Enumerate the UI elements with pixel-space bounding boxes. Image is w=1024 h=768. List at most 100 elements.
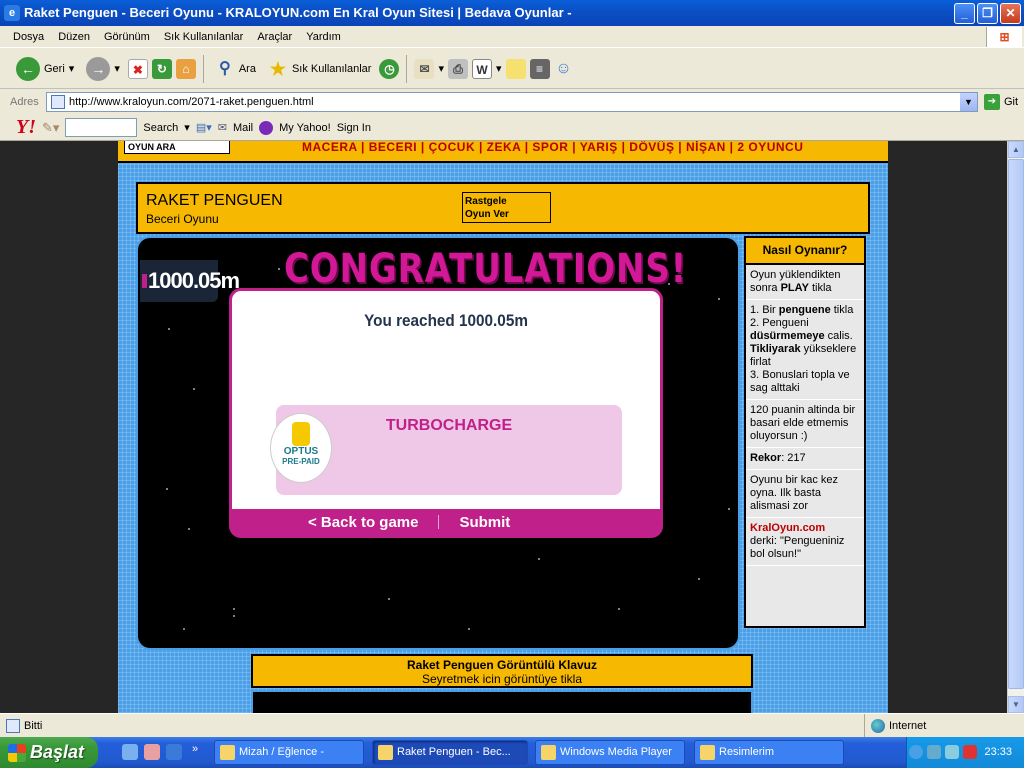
reached-text: You reached 1000.05m <box>364 311 528 330</box>
record-block: Rekor: 217 <box>746 448 864 470</box>
yahoo-search-button[interactable]: Search <box>143 122 178 134</box>
yahoo-options-icon[interactable]: ▤▾ <box>196 121 212 134</box>
quicklaunch-media-icon[interactable] <box>122 744 138 760</box>
submit-button[interactable]: Submit <box>459 514 510 531</box>
instr-text: 1. Bir <box>750 304 779 316</box>
star <box>718 298 720 300</box>
chevron-down-icon[interactable]: ▼ <box>960 93 977 111</box>
research-icon[interactable]: ≡ <box>529 58 550 79</box>
category-links[interactable]: MACERA | BECERI | ÇOCUK | ZEKA | SPOR | … <box>302 141 803 154</box>
chevron-right-icon[interactable]: » <box>192 743 198 755</box>
print-icon[interactable]: ⎙ <box>448 58 468 79</box>
edit-word-icon[interactable]: W <box>472 58 492 79</box>
optus-label: OPTUS <box>283 446 319 457</box>
page-viewport: OYUN ARA MACERA | BECERI | ÇOCUK | ZEKA … <box>0 141 1007 713</box>
yahoo-logo-icon[interactable]: Y! <box>16 116 36 139</box>
security-shield-icon[interactable] <box>963 745 977 759</box>
quicklaunch-ie-icon[interactable] <box>166 744 182 760</box>
star <box>193 388 195 390</box>
chevron-down-icon[interactable]: ▾ <box>496 62 502 75</box>
sign-in-link[interactable]: Sign In <box>337 122 371 134</box>
instr-bold: PLAY <box>780 282 809 294</box>
back-button[interactable]: ← Geri ▾ <box>12 52 78 86</box>
clock[interactable]: 23:33 <box>984 737 1012 768</box>
chevron-down-icon[interactable]: ▾ <box>69 62 75 75</box>
instr-text: 3. Bonuslari topla ve sag alttaki <box>750 369 850 394</box>
game-subtitle: Beceri Oyunu <box>146 212 219 226</box>
video-guide-header[interactable]: Raket Penguen Görüntülü Klavuz Seyretmek… <box>251 654 753 688</box>
network-icon[interactable] <box>927 745 941 759</box>
chevron-down-icon[interactable]: ▾ <box>114 62 120 75</box>
scroll-up-icon[interactable]: ▲ <box>1008 141 1024 158</box>
favorites-button[interactable]: ★ Sık Kullanılanlar <box>264 52 376 86</box>
record-label: Rekor <box>750 452 782 464</box>
page-status-icon <box>6 718 20 733</box>
quicklaunch-desktop-icon[interactable] <box>144 744 160 760</box>
yahoo-mail-link[interactable]: Mail <box>233 122 253 134</box>
window-title-bar[interactable]: e Raket Penguen - Beceri Oyunu - KRALOYU… <box>0 0 1024 26</box>
network-icon[interactable] <box>945 745 959 759</box>
messenger-icon[interactable]: ☺ <box>554 59 574 79</box>
record-value: : 217 <box>781 452 806 464</box>
yahoo-search-input[interactable] <box>65 118 138 137</box>
pencil-icon[interactable]: ✎▾ <box>42 120 59 136</box>
menu-help[interactable]: Yardım <box>299 31 348 43</box>
menu-favorites[interactable]: Sık Kullanılanlar <box>157 31 251 43</box>
task-media-player[interactable]: Windows Media Player <box>535 740 685 765</box>
divider <box>438 515 440 529</box>
game-canvas[interactable]: 1000.05m CONGRATULATIONS! You reached 10… <box>136 236 740 650</box>
instr-text: calis. <box>824 330 853 342</box>
start-button[interactable]: Başlat <box>0 737 98 768</box>
site-name-link[interactable]: KralOyun.com <box>750 522 860 535</box>
chevron-down-icon[interactable]: ▾ <box>438 62 444 75</box>
yahoo-toolbar: Y! ✎▾ Search ▾ ▤▾ ✉ Mail My Yahoo! Sign … <box>0 115 1024 141</box>
back-to-game-button[interactable]: < Back to game <box>308 514 418 531</box>
my-yahoo-link[interactable]: My Yahoo! <box>279 122 331 134</box>
star <box>468 628 470 630</box>
start-label: Başlat <box>30 742 85 762</box>
mail-icon: ✉ <box>217 122 227 134</box>
windows-logo-icon: ⊞ <box>986 27 1022 47</box>
vertical-scrollbar[interactable]: ▲ ▼ <box>1007 141 1024 713</box>
star <box>728 508 730 510</box>
menu-view[interactable]: Görünüm <box>97 31 157 43</box>
system-tray: 23:33 <box>906 737 1024 768</box>
history-icon[interactable]: ◷ <box>379 58 400 79</box>
turbocharge-promo[interactable]: TURBOCHARGE OPTUS PRE-PAID <box>270 405 622 495</box>
random-game-button[interactable]: Rastgele Oyun Ver <box>462 192 551 223</box>
close-button[interactable]: ✕ <box>1000 3 1021 24</box>
game-title: RAKET PENGUEN <box>146 192 283 209</box>
go-button[interactable]: ➔ Git <box>984 94 1018 110</box>
menu-tools[interactable]: Araçlar <box>250 31 299 43</box>
game-search-input[interactable]: OYUN ARA <box>124 141 230 154</box>
star <box>538 558 540 560</box>
menu-file[interactable]: Dosya <box>6 31 51 43</box>
star <box>183 628 185 630</box>
task-raket-penguen[interactable]: Raket Penguen - Bec... <box>372 740 528 765</box>
video-player[interactable] <box>251 690 753 713</box>
category-nav: OYUN ARA MACERA | BECERI | ÇOCUK | ZEKA … <box>118 141 888 163</box>
scroll-down-icon[interactable]: ▼ <box>1008 696 1024 713</box>
minimize-button[interactable]: _ <box>954 3 975 24</box>
task-mizah[interactable]: Mizah / Eğlence - <box>214 740 364 765</box>
my-yahoo-icon <box>259 120 274 135</box>
address-input[interactable]: http://www.kraloyun.com/2071-raket.pengu… <box>46 92 978 112</box>
toolbar-separator <box>406 54 408 83</box>
how-to-play-panel: Nasıl Oynanır? Oyun yüklendikten sonra P… <box>744 236 866 628</box>
status-bar: Bitti Internet <box>0 713 1024 738</box>
forward-button[interactable]: → ▾ <box>82 52 124 86</box>
chevron-down-icon[interactable]: ▾ <box>184 121 190 134</box>
task-resimlerim[interactable]: Resimlerim <box>694 740 844 765</box>
stop-icon[interactable]: ✖ <box>127 58 148 79</box>
discuss-icon[interactable] <box>505 58 526 79</box>
mail-icon[interactable]: ✉ <box>414 58 435 79</box>
go-arrow-icon: ➔ <box>984 94 1000 110</box>
search-button[interactable]: ⚲ Ara <box>211 52 260 86</box>
home-icon[interactable]: ⌂ <box>175 58 196 79</box>
maximize-button[interactable]: ❐ <box>977 3 998 24</box>
window-title: Raket Penguen - Beceri Oyunu - KRALOYUN.… <box>24 5 572 20</box>
scroll-thumb[interactable] <box>1008 159 1024 689</box>
tray-arrow-icon[interactable] <box>909 745 923 759</box>
refresh-icon[interactable]: ↻ <box>151 58 172 79</box>
menu-edit[interactable]: Düzen <box>51 31 97 43</box>
